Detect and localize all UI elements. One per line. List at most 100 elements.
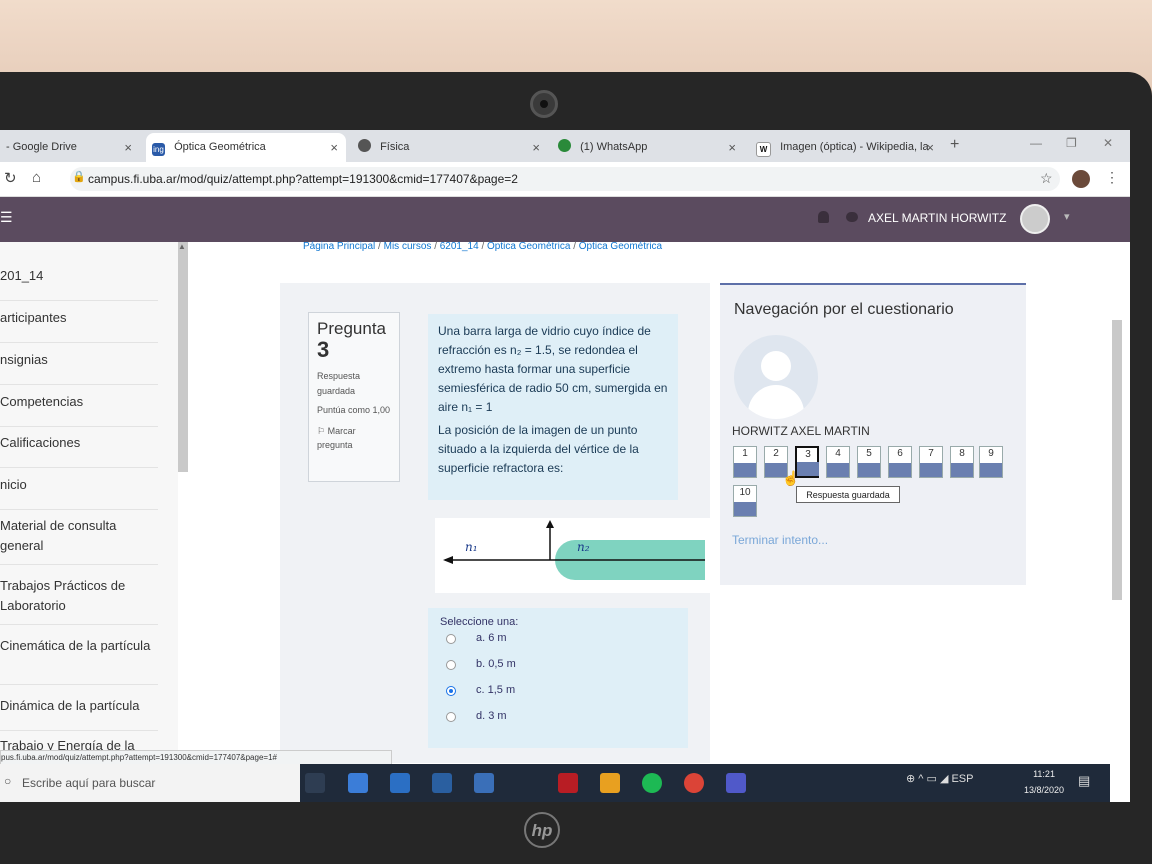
profile-avatar[interactable] — [1072, 170, 1090, 188]
quiz-nav-button-5[interactable]: 5 — [857, 446, 881, 478]
quiz-nav-button-8[interactable]: 8 — [950, 446, 974, 478]
nav-number: 6 — [897, 448, 903, 459]
answered-fill — [951, 463, 973, 477]
hamburger-menu-icon[interactable]: ☰ — [0, 209, 13, 226]
winamp-icon[interactable] — [516, 773, 536, 793]
option-a[interactable]: a. 6 m — [440, 628, 676, 654]
task-view-icon[interactable] — [305, 773, 325, 793]
breadcrumb-mis-cursos[interactable]: Mis cursos — [384, 241, 432, 252]
question-info: Pregunta 3 Respuesta guardada Puntúa com… — [308, 312, 400, 482]
sidebar-item-calificaciones[interactable]: Calificaciones — [0, 433, 158, 468]
home-icon[interactable]: ⌂ — [32, 169, 41, 186]
clock[interactable]: 11:21 13/8/2020 — [1024, 766, 1064, 798]
sidebar-item-competencias[interactable]: Competencias — [0, 392, 158, 427]
taskbar: ○ Escribe aquí para buscar ⊕ ^ ▭ ◢ ESP 1… — [0, 764, 1110, 802]
sidebar-item-label: nicio — [0, 477, 27, 492]
breadcrumb-quiz[interactable]: Óptica Geométrica — [579, 241, 662, 252]
hand-cursor-icon: ☝ — [782, 470, 800, 486]
option-b[interactable]: b. 0,5 m — [440, 654, 676, 680]
quiz-nav-button-1[interactable]: 1 — [733, 446, 757, 478]
finish-attempt-link[interactable]: Terminar intento... — [732, 533, 828, 547]
notifications-icon[interactable]: ▤ — [1078, 773, 1094, 789]
window-close-icon[interactable]: ✕ — [1103, 136, 1113, 150]
nav-number: 7 — [928, 448, 934, 459]
store-icon[interactable] — [390, 773, 410, 793]
label-n1: n₁ — [465, 540, 478, 554]
mail-icon[interactable] — [432, 773, 452, 793]
reload-icon[interactable]: ↻ — [4, 169, 17, 187]
user-name[interactable]: AXEL MARTIN HORWITZ — [868, 211, 1006, 225]
radio-button[interactable] — [446, 660, 456, 670]
nav-number: 4 — [835, 448, 841, 459]
messages-icon[interactable] — [846, 212, 858, 222]
sidebar-item-trabajos-practicos[interactable]: Trabajos Prácticos de Laboratorio — [0, 576, 158, 625]
course-sidebar: 201_14 articipantes nsignias Competencia… — [0, 242, 178, 762]
sidebar-item-insignias[interactable]: nsignias — [0, 350, 158, 385]
page-scrollbar[interactable] — [1112, 320, 1122, 600]
radio-button-selected[interactable] — [446, 686, 456, 696]
app-icon[interactable] — [600, 773, 620, 793]
close-icon[interactable]: × — [532, 133, 540, 162]
close-icon[interactable]: × — [330, 133, 338, 162]
breadcrumb-separator: / — [481, 241, 485, 252]
restore-icon[interactable]: ❐ — [1066, 136, 1077, 150]
taskbar-search[interactable]: ○ Escribe aquí para buscar — [0, 764, 300, 802]
sidebar-item-label: Trabajos Prácticos de Laboratorio — [0, 578, 126, 613]
quiz-nav-button-7[interactable]: 7 — [919, 446, 943, 478]
system-tray[interactable]: ⊕ ^ ▭ ◢ ESP — [906, 772, 973, 785]
radio-button[interactable] — [446, 634, 456, 644]
netflix-icon[interactable] — [558, 773, 578, 793]
breadcrumb-course[interactable]: 6201_14 — [440, 241, 479, 252]
close-icon[interactable]: × — [926, 133, 934, 162]
quiz-nav-button-10[interactable]: 10 — [733, 485, 757, 517]
tab-optica-geometrica[interactable]: ing Óptica Geométrica × — [146, 133, 346, 162]
file-explorer-icon[interactable] — [348, 773, 368, 793]
student-name: HORWITZ AXEL MARTIN — [732, 424, 870, 438]
chevron-down-icon[interactable]: ▾ — [1064, 210, 1070, 223]
quiz-nav-button-4[interactable]: 4 — [826, 446, 850, 478]
browser-toolbar: ↻ ⌂ 🔒 campus.fi.uba.ar/mod/quiz/attempt.… — [0, 162, 1130, 197]
breadcrumb-home[interactable]: Página Principal — [303, 241, 375, 252]
sidebar-item-participantes[interactable]: articipantes — [0, 308, 158, 343]
spotify-icon[interactable] — [642, 773, 662, 793]
menu-dots-icon[interactable]: ⋮ — [1105, 169, 1119, 186]
breadcrumb-section[interactable]: Óptica Geométrica — [487, 241, 570, 252]
minimize-icon[interactable]: — — [1030, 136, 1042, 150]
sidebar-item-label: nsignias — [0, 352, 48, 367]
dropbox-icon[interactable] — [474, 773, 494, 793]
new-tab-button[interactable]: + — [950, 136, 959, 154]
radio-button[interactable] — [446, 712, 456, 722]
sidebar-item-material[interactable]: Material de consulta general — [0, 516, 158, 565]
close-icon[interactable]: × — [124, 133, 132, 162]
answered-fill — [980, 463, 1002, 477]
user-avatar[interactable] — [1020, 204, 1050, 234]
notifications-bell-icon[interactable] — [818, 211, 829, 223]
teams-icon[interactable] — [726, 773, 746, 793]
webcam — [530, 90, 558, 118]
sidebar-item-course[interactable]: 201_14 — [0, 266, 158, 301]
nav-number: 5 — [866, 448, 872, 459]
tab-google-drive[interactable]: - Google Drive × — [0, 133, 140, 162]
clock-date: 13/8/2020 — [1024, 785, 1065, 795]
sidebar-item-dinamica[interactable]: Dinámica de la partícula — [0, 696, 158, 731]
quiz-nav-button-9[interactable]: 9 — [979, 446, 1003, 478]
refraction-diagram: n₁ n₂ — [435, 518, 710, 593]
answered-fill — [889, 463, 911, 477]
bookmark-star-icon[interactable]: ☆ — [1040, 170, 1053, 187]
sidebar-item-cinematica[interactable]: Cinemática de la partícula — [0, 636, 158, 685]
tab-fisica[interactable]: Física × — [352, 133, 548, 162]
tab-whatsapp[interactable]: (1) WhatsApp × — [552, 133, 744, 162]
sidebar-item-inicio[interactable]: nicio — [0, 475, 158, 510]
tab-wikipedia[interactable]: W Imagen (óptica) - Wikipedia, la × — [750, 133, 942, 162]
option-d[interactable]: d. 3 m — [440, 706, 676, 732]
hp-logo: hp — [524, 812, 560, 848]
question-statement: Una barra larga de vidrio cuyo índice de… — [438, 324, 668, 414]
chrome-icon[interactable] — [684, 773, 704, 793]
option-c[interactable]: c. 1,5 m — [440, 680, 676, 706]
address-bar[interactable]: 🔒 campus.fi.uba.ar/mod/quiz/attempt.php?… — [70, 167, 1060, 191]
scroll-up-icon[interactable]: ▲ — [178, 242, 186, 251]
quiz-nav-button-6[interactable]: 6 — [888, 446, 912, 478]
flag-question-button[interactable]: ⚐ Marcar pregunta — [317, 424, 391, 452]
close-icon[interactable]: × — [728, 133, 736, 162]
sidebar-scrollbar[interactable] — [178, 242, 188, 472]
